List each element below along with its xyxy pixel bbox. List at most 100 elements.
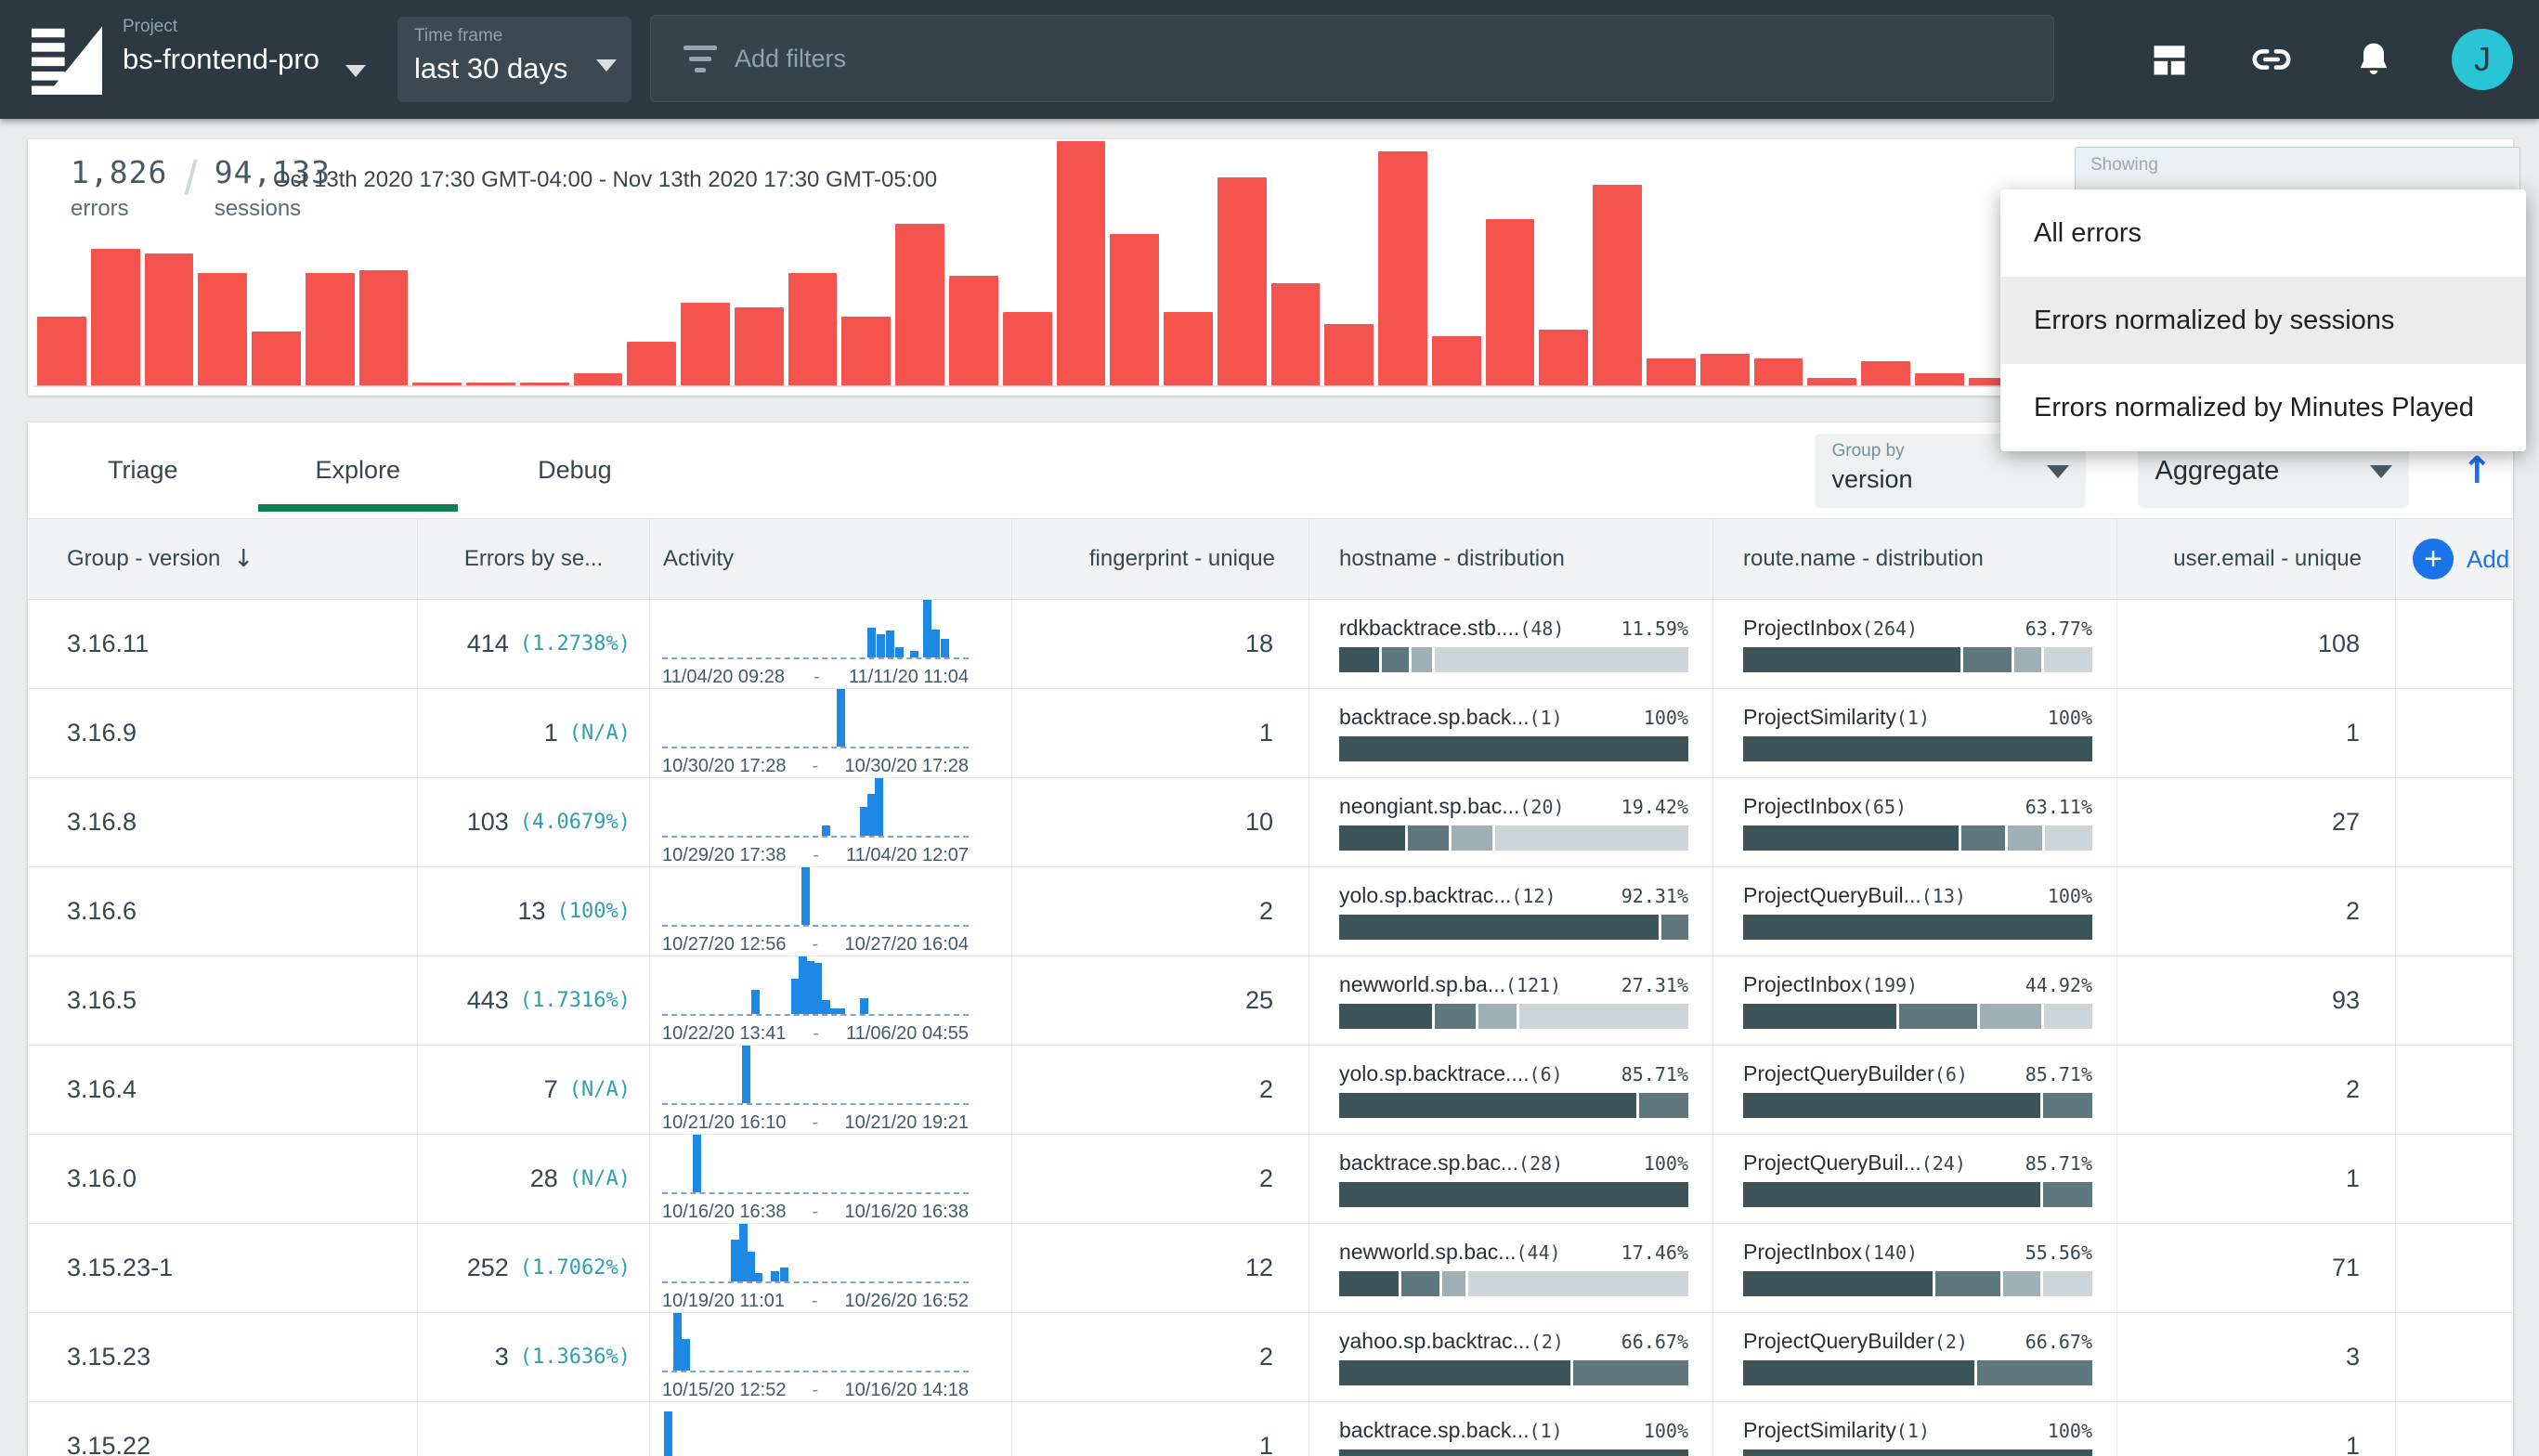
table-row[interactable]: 3.16.028(N/A)10/16/20 16:38-10/16/20 16:… — [28, 1135, 2513, 1224]
distribution-segment — [1339, 1450, 1688, 1456]
dashboard-layout-icon[interactable] — [2145, 35, 2194, 84]
table-row[interactable]: 3.16.11414(1.2738%)11/04/20 09:28-11/11/… — [28, 600, 2513, 689]
route-count: (199) — [1862, 974, 1918, 996]
column-header-add-column[interactable]: +Add — [2396, 519, 2513, 599]
route-distribution-label-row: ProjectInbox(140)55.56% — [1743, 1240, 2092, 1265]
user-email-value: 1 — [2346, 1432, 2360, 1456]
timeframe-label: Time frame — [414, 26, 615, 46]
add-column-icon[interactable]: + — [2413, 539, 2454, 579]
table-row[interactable]: 3.16.5443(1.7316%)10/22/20 13:41-11/06/2… — [28, 956, 2513, 1046]
showing-dropdown-menu: All errorsErrors normalized by sessionsE… — [2000, 189, 2526, 451]
distribution-segment — [1339, 1004, 1432, 1029]
hostname-percentage: 19.42% — [1612, 796, 1688, 818]
route-distribution-bar — [1743, 1004, 2092, 1029]
tab-debug[interactable]: Debug — [480, 422, 670, 518]
active-tab-underline — [50, 504, 236, 512]
errors-percentage: (1.2738%) — [520, 632, 631, 656]
column-header-user-email-unique[interactable]: user.email - unique — [2117, 519, 2396, 599]
add-filters-input[interactable]: Add filters — [650, 15, 2054, 102]
tab-triage[interactable]: Triage — [50, 422, 236, 518]
sparkline-bar — [780, 1268, 788, 1281]
add-filters-placeholder: Add filters — [735, 45, 846, 73]
tab-explore[interactable]: Explore — [258, 422, 459, 518]
table-row[interactable]: 3.16.8103(4.0679%)10/29/20 17:38-11/04/2… — [28, 778, 2513, 867]
table-row[interactable]: 3.16.613(100%)10/27/20 12:56-10/27/20 16… — [28, 867, 2513, 956]
column-header-activity[interactable]: Activity — [650, 519, 1012, 599]
column-header-group-version[interactable]: Group - version↓ — [28, 519, 418, 599]
menu-item-errors-normalized-by-sessions[interactable]: Errors normalized by sessions — [2000, 277, 2526, 364]
route-distribution-bar — [1743, 647, 2092, 672]
errors-by-sessions-cell: 3(1.3636%) — [418, 1313, 650, 1401]
table-row[interactable]: 3.16.91(N/A)10/30/20 17:28-10/30/20 17:2… — [28, 689, 2513, 778]
link-icon[interactable] — [2247, 35, 2296, 84]
sort-direction-up-icon[interactable]: ↑ — [2461, 452, 2493, 489]
activity-date-range: 10/16/20 16:38-10/16/20 16:38 — [662, 1202, 969, 1223]
activity-date-separator: - — [813, 845, 819, 866]
route-name: ProjectSimilarity — [1743, 1418, 1896, 1443]
route-distribution-label-row: ProjectSimilarity(1)100% — [1743, 705, 2092, 730]
column-header-hostname-distribution[interactable]: hostname - distribution — [1309, 519, 1713, 599]
table-row[interactable]: 3.16.47(N/A)10/21/20 16:10-10/21/20 19:2… — [28, 1046, 2513, 1135]
add-column-empty-cell — [2396, 600, 2513, 688]
activity-sparkline — [662, 1411, 969, 1456]
distribution-segment — [1743, 1004, 1896, 1029]
activity-end-date: 11/11/20 11:04 — [849, 667, 969, 688]
histogram-bar — [1593, 185, 1642, 385]
column-header-errors-by-se-[interactable]: Errors by se... — [418, 519, 650, 599]
activity-date-range: 10/22/20 13:41-11/06/20 04:55 — [662, 1023, 969, 1045]
version-value: 3.15.22 — [67, 1432, 150, 1456]
route-distribution-label-row: ProjectQueryBuilder(6)85.71% — [1743, 1061, 2092, 1086]
column-header-fingerprint-unique[interactable]: fingerprint - unique — [1012, 519, 1309, 599]
project-select[interactable]: Project bs-frontend-pro — [123, 17, 373, 102]
menu-item-errors-normalized-by-minutes-played[interactable]: Errors normalized by Minutes Played — [2000, 364, 2526, 451]
route-distribution-cell: ProjectInbox(140)55.56% — [1713, 1224, 2117, 1312]
distribution-segment — [2044, 647, 2092, 672]
activity-cell: 10/27/20 12:56-10/27/20 16:04 — [650, 867, 1012, 956]
version-cell: 3.16.6 — [28, 867, 418, 956]
activity-sparkline — [662, 1046, 969, 1105]
errors-percentage: (4.0679%) — [520, 811, 631, 834]
route-name: ProjectSimilarity — [1743, 705, 1896, 730]
route-distribution-label-row: ProjectQueryBuil...(13)100% — [1743, 883, 2092, 908]
histogram-bar — [627, 342, 676, 385]
route-name: ProjectInbox — [1743, 616, 1862, 641]
route-count: (140) — [1862, 1242, 1918, 1264]
column-header-route-name-distribution[interactable]: route.name - distribution — [1713, 519, 2117, 599]
table-row[interactable]: 3.15.221backtrace.sp.back...(1)100%Proje… — [28, 1402, 2513, 1456]
activity-sparkline — [662, 778, 969, 838]
activity-sparkline — [662, 1313, 969, 1372]
hostname-distribution-bar — [1339, 647, 1688, 672]
distribution-segment — [1961, 826, 2006, 851]
timeframe-select[interactable]: Time frame last 30 days — [397, 17, 631, 102]
version-value: 3.16.11 — [67, 630, 149, 658]
showing-select-label: Showing — [2090, 155, 2505, 176]
activity-sparkline — [662, 600, 969, 659]
activity-sparkline — [662, 1224, 969, 1283]
activity-cell — [650, 1402, 1012, 1456]
filter-icon — [683, 46, 718, 72]
histogram-bar — [1432, 336, 1481, 385]
sparkline-bar — [923, 600, 931, 657]
notifications-bell-icon[interactable] — [2350, 35, 2398, 84]
hostname-count: (121) — [1505, 974, 1561, 996]
activity-date-separator: - — [813, 1112, 819, 1134]
histogram-bar — [1217, 177, 1267, 385]
backtrace-logo-icon[interactable] — [32, 22, 102, 97]
sparkline-bar — [875, 778, 883, 836]
activity-end-date: 10/16/20 16:38 — [845, 1202, 969, 1223]
route-distribution-label-row: ProjectQueryBuil...(24)85.71% — [1743, 1150, 2092, 1176]
histogram-bar — [1807, 378, 1856, 385]
activity-start-date: 10/16/20 16:38 — [662, 1202, 786, 1223]
activity-cell: 10/21/20 16:10-10/21/20 19:21 — [650, 1046, 1012, 1134]
distribution-segment — [2014, 647, 2041, 672]
user-avatar[interactable]: J — [2452, 29, 2513, 90]
chevron-down-icon — [2370, 465, 2392, 478]
histogram-bar — [145, 254, 194, 385]
hostname-distribution-bar — [1339, 1271, 1688, 1296]
menu-item-all-errors[interactable]: All errors — [2000, 189, 2526, 277]
sparkline-bar — [931, 630, 940, 657]
hostname-name: neongiant.sp.bac... — [1339, 794, 1519, 819]
table-row[interactable]: 3.15.233(1.3636%)10/15/20 12:52-10/16/20… — [28, 1313, 2513, 1402]
fingerprint-unique-cell: 2 — [1012, 1135, 1309, 1223]
table-row[interactable]: 3.15.23-1252(1.7062%)10/19/20 11:01-10/2… — [28, 1224, 2513, 1313]
